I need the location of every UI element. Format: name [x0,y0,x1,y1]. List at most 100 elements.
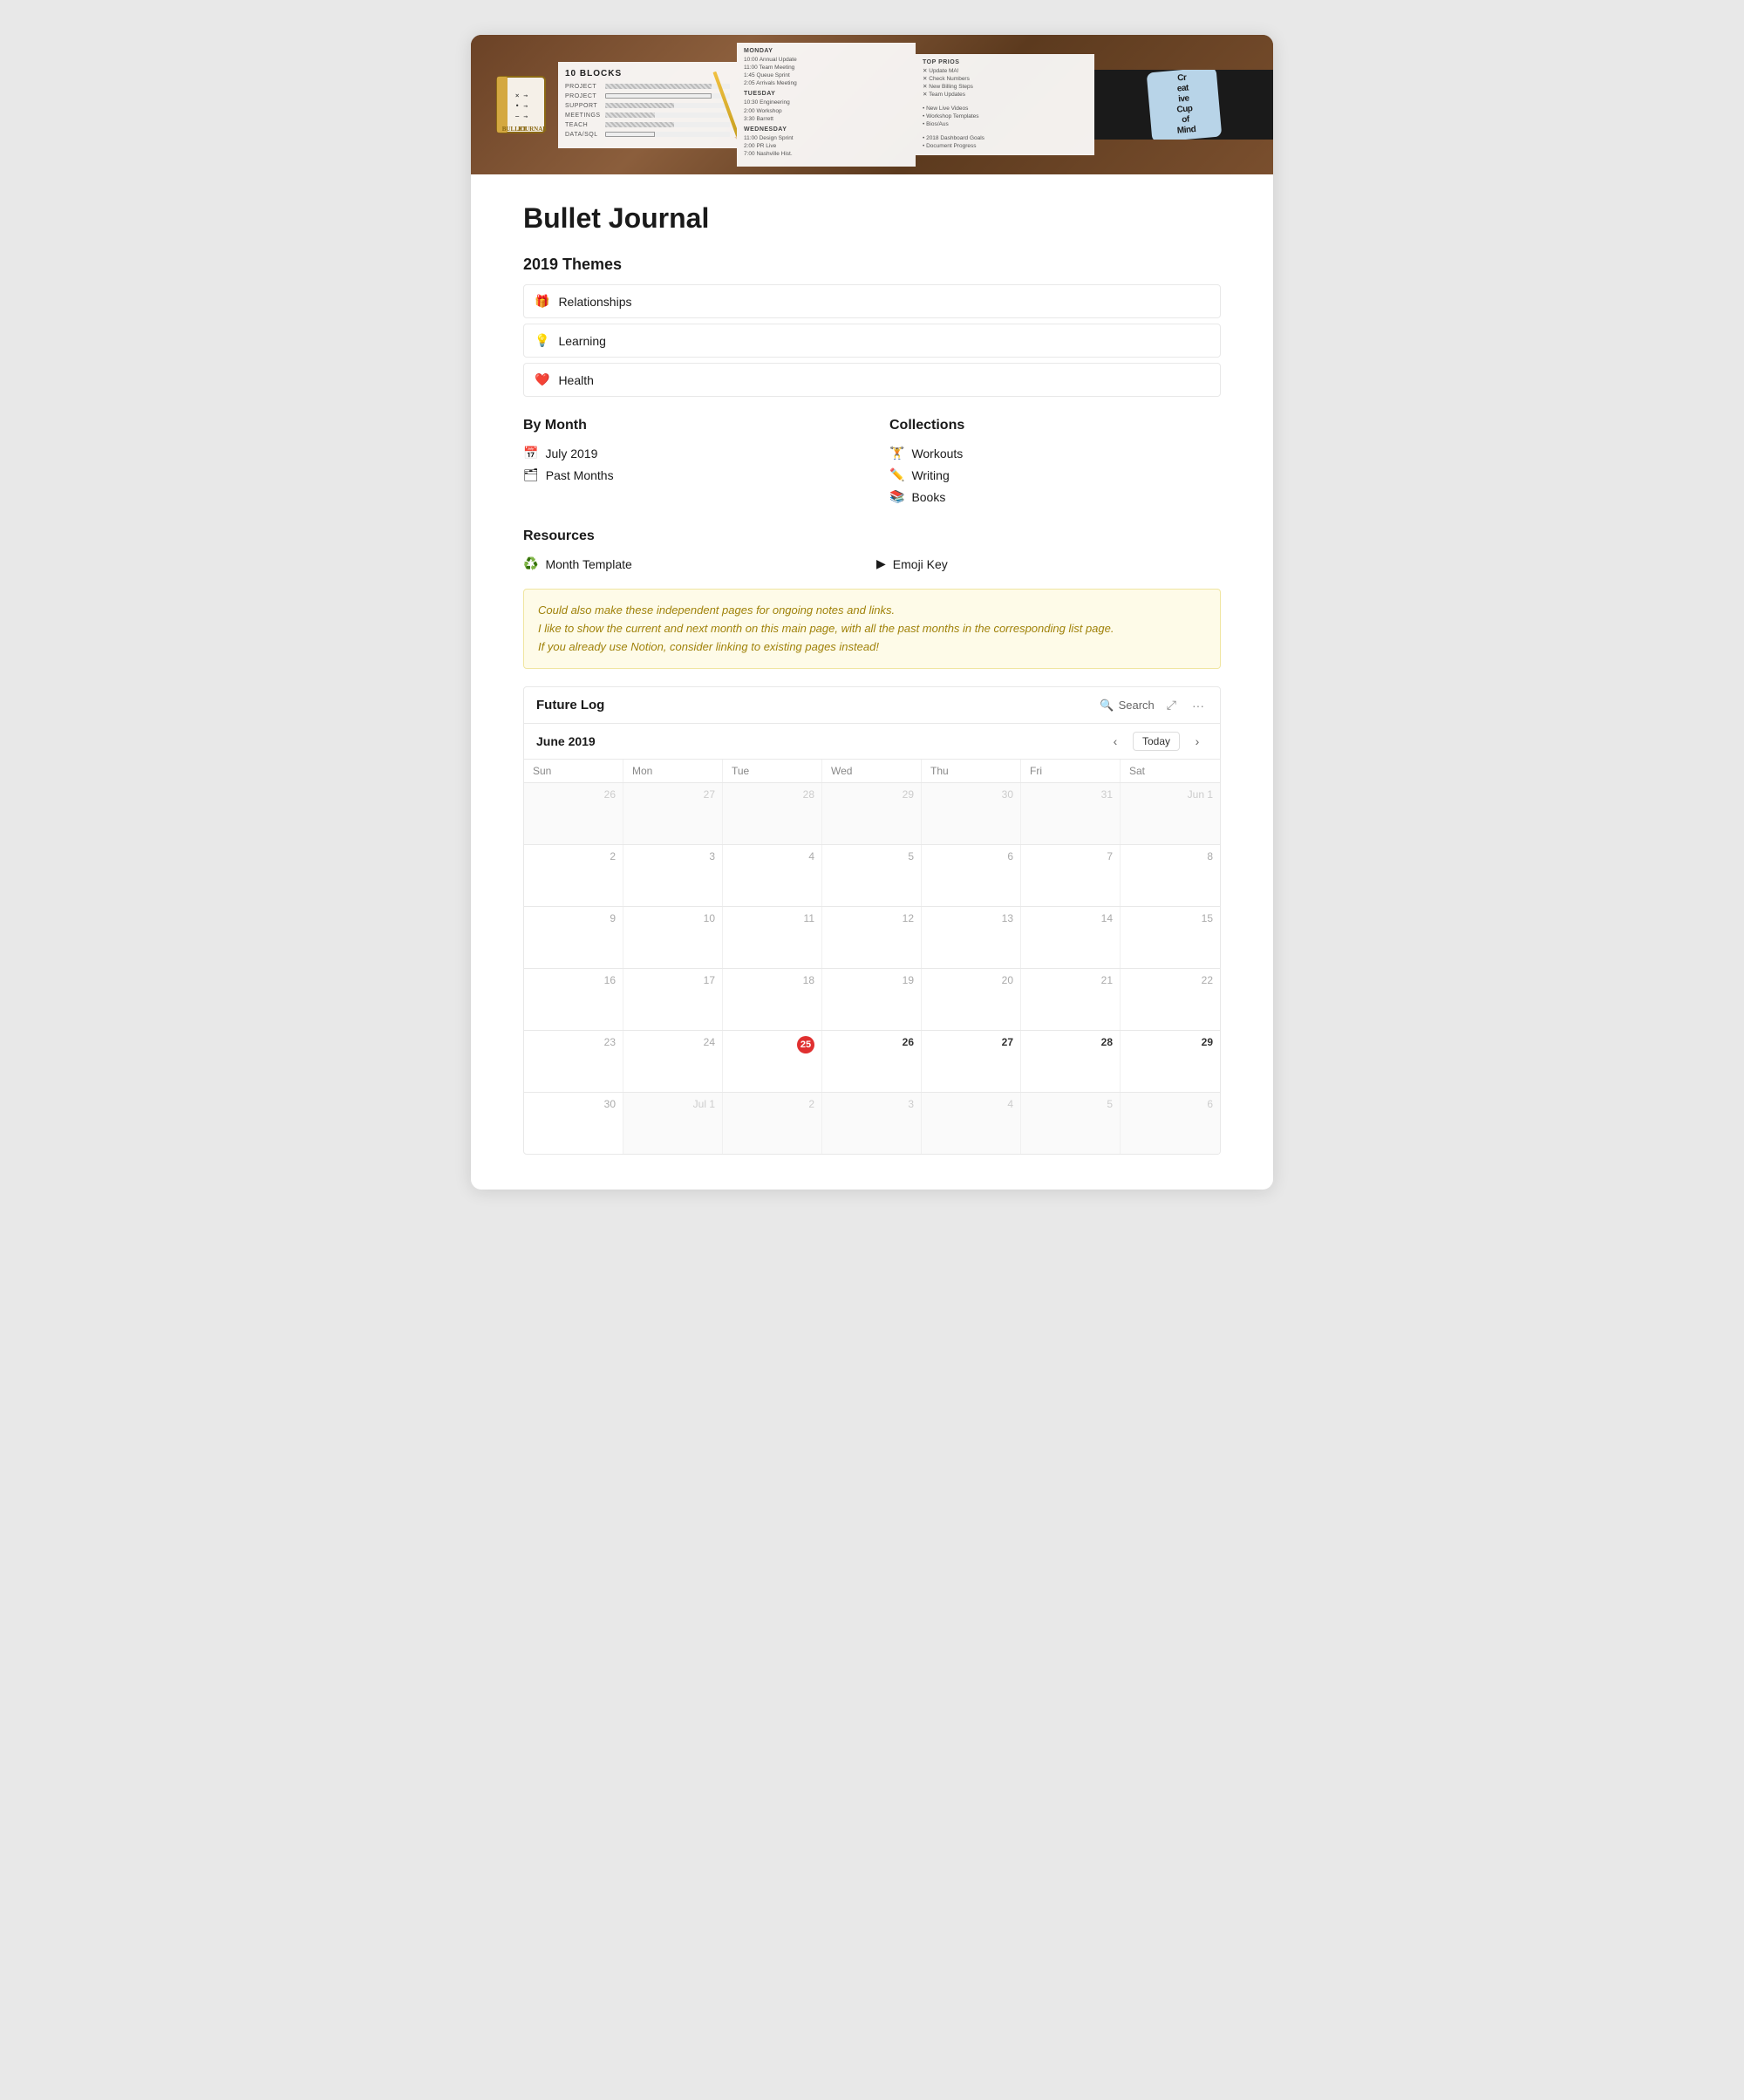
theme-item-relationships[interactable]: 🎁 Relationships [523,284,1221,318]
cell-date: 29 [829,788,914,801]
writing-link[interactable]: ✏️ Writing [889,464,1221,486]
calendar-cell[interactable]: 6 [1121,1093,1220,1154]
day-item: 2:00 PR Live [744,142,909,150]
books-icon: 📚 [889,489,904,504]
calendar-cell[interactable]: 20 [922,969,1021,1030]
books-label: Books [911,490,945,504]
collections-col: Collections 🏋 Workouts ✏️ Writing 📚 Book… [889,418,1221,508]
calendar-cell[interactable]: 26 [822,1031,922,1092]
theme-emoji-2: 💡 [535,333,549,348]
calendar-cell[interactable]: 30 [524,1093,623,1154]
bar-container [605,132,730,137]
calendar-cell[interactable]: 3 [822,1093,922,1154]
calendar-cell[interactable]: 15 [1121,907,1220,968]
calendar-cell[interactable]: Jun 1 [1121,783,1220,844]
theme-label-3: Health [558,373,593,387]
july-2019-link[interactable]: 📅 July 2019 [523,442,855,464]
panel-row-4: Meetings [565,112,730,119]
cell-date: 31 [1028,788,1113,801]
month-template-link[interactable]: ♻️ Month Template [523,553,868,575]
resources-section: Resources ♻️ Month Template ▶ Emoji Key [523,528,1221,575]
calendar-cell[interactable]: 24 [623,1031,723,1092]
more-options-icon[interactable]: ··· [1189,697,1208,714]
header-logo: × → • → − → BULLET JOURNAL [488,70,558,140]
calendar-cell[interactable]: 29 [1121,1031,1220,1092]
calendar-cell[interactable]: 7 [1021,845,1121,906]
calendar-actions: 🔍 Search ⤢ ··· [1100,696,1208,714]
calendar-cell[interactable]: 26 [524,783,623,844]
monday-section: Monday 10:00 Annual Update 11:00 Team Me… [744,48,909,87]
calendar-cell[interactable]: 10 [623,907,723,968]
calendar-cell[interactable]: 6 [922,845,1021,906]
cell-date: 27 [630,788,715,801]
calendar-cell[interactable]: 12 [822,907,922,968]
cell-date: 18 [730,974,814,986]
calendar-cell[interactable]: 28 [723,783,822,844]
calendar-cell[interactable]: 31 [1021,783,1121,844]
calendar-cell[interactable]: 9 [524,907,623,968]
cell-date: 3 [630,850,715,862]
calendar-cell[interactable]: 13 [922,907,1021,968]
calendar-cell[interactable]: 23 [524,1031,623,1092]
calendar-cell[interactable]: 27 [922,1031,1021,1092]
calendar-cell[interactable]: 3 [623,845,723,906]
calendar-cell[interactable]: 18 [723,969,822,1030]
past-months-link[interactable]: 🗂 Past Months [523,464,855,486]
day-item: 10:00 Annual Update [744,56,909,64]
tuesday-section: Tuesday 10:30 Engineering 2:00 Workshop … [744,91,909,122]
calendar-cell-today[interactable]: 25 [723,1031,822,1092]
search-label: Search [1119,699,1155,712]
next-month-btn[interactable]: › [1187,731,1208,752]
search-icon: 🔍 [1100,699,1114,712]
calendar-cell[interactable]: 27 [623,783,723,844]
calendar-search-btn[interactable]: 🔍 Search [1100,699,1154,712]
calendar-cell[interactable]: 2 [524,845,623,906]
calendar-cell[interactable]: 11 [723,907,822,968]
day-item: 2:05 Arrivals Meeting [744,79,909,87]
two-col-section: By Month 📅 July 2019 🗂 Past Months Colle… [523,418,1221,508]
svg-text:• →: • → [515,102,528,110]
calendar-cell[interactable]: 4 [723,845,822,906]
books-link[interactable]: 📚 Books [889,486,1221,508]
emoji-key-link[interactable]: ▶ Emoji Key [876,553,1221,575]
bar [605,112,655,118]
calendar-cell[interactable]: 8 [1121,845,1220,906]
priority-item: ✕ Team Updates [923,91,1087,99]
day-header-thu: Thu [922,760,1021,782]
calendar-cell[interactable]: Jul 1 [623,1093,723,1154]
calendar-cell[interactable]: 16 [524,969,623,1030]
theme-item-learning[interactable]: 💡 Learning [523,324,1221,358]
calendar-cell[interactable]: 17 [623,969,723,1030]
calendar-cell[interactable]: 19 [822,969,922,1030]
calendar-cell[interactable]: 30 [922,783,1021,844]
theme-item-health[interactable]: ❤️ Health [523,363,1221,397]
theme-emoji-1: 🎁 [535,294,549,309]
cell-date: 23 [531,1036,616,1048]
row-label: Project [565,93,602,99]
july-label: July 2019 [545,447,597,460]
calendar-cell[interactable]: 5 [1021,1093,1121,1154]
prev-month-btn[interactable]: ‹ [1105,731,1126,752]
panel-row-5: Teach [565,122,730,128]
calendar-cell[interactable]: 2 [723,1093,822,1154]
calendar-cell[interactable]: 21 [1021,969,1121,1030]
past-months-label: Past Months [546,468,614,482]
bar-container [605,112,730,118]
calendar-cell[interactable]: 29 [822,783,922,844]
cell-date: 30 [929,788,1013,801]
calendar-cell[interactable]: 28 [1021,1031,1121,1092]
calendar-cell[interactable]: 22 [1121,969,1220,1030]
expand-icon[interactable]: ⤢ [1163,696,1180,714]
priority-item: ✕ Check Numbers [923,75,1087,83]
calendar-cell[interactable]: 14 [1021,907,1121,968]
day-header-fri: Fri [1021,760,1121,782]
calendar-cell[interactable]: 5 [822,845,922,906]
calendar-cell[interactable]: 4 [922,1093,1021,1154]
cell-date: 29 [1127,1036,1213,1048]
cell-date: 2 [531,850,616,862]
bar [605,93,712,99]
page-content: Bullet Journal 2019 Themes 🎁 Relationshi… [471,174,1273,1190]
row-label: Teach [565,122,602,128]
today-btn[interactable]: Today [1133,732,1180,751]
workouts-link[interactable]: 🏋 Workouts [889,442,1221,464]
